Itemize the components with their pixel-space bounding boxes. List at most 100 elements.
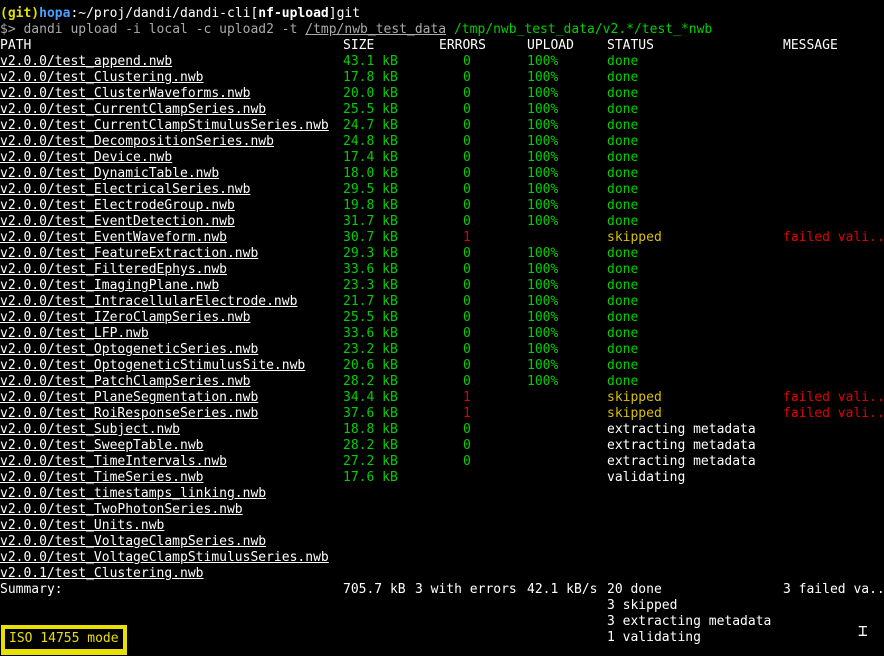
- row-path: v2.0.0/test_Clustering.nwb: [0, 70, 204, 85]
- command-arg-glob: /tmp/nwb_test_data/v2.*/test_*nwb: [446, 22, 713, 37]
- row-errors: 0: [463, 262, 471, 277]
- table-row: v2.0.0/test_LFP.nwb 33.6 kB 0 100% done: [0, 326, 884, 342]
- header-status: STATUS: [607, 38, 654, 53]
- table-row: v2.0.0/test_VoltageClampSeries.nwb: [0, 534, 884, 550]
- row-path: v2.0.0/test_FilteredEphys.nwb: [0, 262, 227, 277]
- row-size: 34.4 kB: [343, 390, 398, 405]
- table-row: v2.0.0/test_PlaneSegmentation.nwb 34.4 kB…: [0, 390, 884, 406]
- text-cursor-icon: ⌶: [858, 621, 868, 640]
- row-size: 37.6 kB: [343, 406, 398, 421]
- row-size: 18.0 kB: [343, 166, 398, 181]
- row-status: done: [607, 342, 639, 357]
- row-path: v2.0.0/test_DecompositionSeries.nwb: [0, 134, 274, 149]
- row-size: 24.7 kB: [343, 118, 398, 133]
- table-row: v2.0.0/test_EventWaveform.nwb 30.7 kB 1 ski…: [0, 230, 884, 246]
- table-row: v2.0.0/test_Device.nwb 17.4 kB 0 100% done: [0, 150, 884, 166]
- row-size: 17.8 kB: [343, 70, 398, 85]
- row-path: v2.0.0/test_VoltageClampSeries.nwb: [0, 534, 267, 549]
- row-path: v2.0.0/test_OptogeneticSeries.nwb: [0, 342, 259, 357]
- git-branch: nf-upload: [258, 6, 329, 21]
- row-status: skipped: [607, 230, 662, 245]
- row-errors: 0: [463, 182, 471, 197]
- row-path: v2.0.0/test_FeatureExtraction.nwb: [0, 246, 259, 261]
- row-upload: 100%: [527, 326, 559, 341]
- row-path: v2.0.0/test_LFP.nwb: [0, 326, 149, 341]
- table-row: v2.0.0/test_Units.nwb: [0, 518, 884, 534]
- table-row: v2.0.0/test_SweepTable.nwb 28.2 kB 0 extrac…: [0, 438, 884, 454]
- table-row: v2.0.0/test_Subject.nwb 18.8 kB 0 extractin…: [0, 422, 884, 438]
- row-size: 29.3 kB: [343, 246, 398, 261]
- row-status: skipped: [607, 406, 662, 421]
- row-errors: 0: [463, 374, 471, 389]
- row-errors: 0: [463, 166, 471, 181]
- row-size: 28.2 kB: [343, 374, 398, 389]
- row-path: v2.0.0/test_ElectricalSeries.nwb: [0, 182, 251, 197]
- row-status: done: [607, 310, 639, 325]
- row-status: done: [607, 150, 639, 165]
- row-status: extracting metadata: [607, 454, 756, 469]
- row-size: 17.4 kB: [343, 150, 398, 165]
- row-upload: 100%: [527, 102, 559, 117]
- row-path: v2.0.0/test_IZeroClampSeries.nwb: [0, 310, 251, 325]
- iso-mode-label: ISO 14755 mode: [4, 628, 124, 650]
- row-status: done: [607, 326, 639, 341]
- row-errors: 0: [463, 54, 471, 69]
- table-row: v2.0.0/test_OptogeneticSeries.nwb 23.2 kB…: [0, 342, 884, 358]
- summary-row: 3 extracting metadata: [0, 614, 884, 630]
- row-status: done: [607, 246, 639, 261]
- row-upload: 100%: [527, 86, 559, 101]
- row-path: v2.0.0/test_timestamps_linking.nwb: [0, 486, 267, 501]
- table-row: v2.0.0/test_CurrentClampSeries.nwb 25.5 k…: [0, 102, 884, 118]
- row-status: done: [607, 166, 639, 181]
- row-path: v2.0.0/test_append.nwb: [0, 54, 173, 69]
- iso-mode-indicator: ISO 14755 mode: [1, 625, 127, 655]
- row-upload: 100%: [527, 54, 559, 69]
- cwd: :~/proj/dandi/dandi-cli[: [70, 6, 259, 21]
- command-text: dandi upload -i local -c upload2 -t: [23, 22, 306, 37]
- row-status: done: [607, 54, 639, 69]
- row-status: validating: [607, 470, 686, 485]
- row-errors: 1: [463, 406, 471, 421]
- terminal: (git)hopa:~/proj/dandi/dandi-cli[nf-uplo…: [0, 6, 884, 646]
- row-upload: 100%: [527, 310, 559, 325]
- table-row: v2.0.0/test_ClusterWaveforms.nwb 20.0 kB 0…: [0, 86, 884, 102]
- prompt-line: (git)hopa:~/proj/dandi/dandi-cli[nf-uplo…: [0, 6, 884, 22]
- header-size: SIZE: [343, 38, 375, 53]
- summary-status-done: 20 done: [607, 582, 662, 597]
- row-status: done: [607, 278, 639, 293]
- hostname: hopa: [39, 6, 71, 21]
- row-status: done: [607, 134, 639, 149]
- row-status: done: [607, 86, 639, 101]
- row-errors: 0: [463, 150, 471, 165]
- row-errors: 0: [463, 454, 471, 469]
- table-header: PATH SIZE ERRORS UPLOAD STATUS MESSAGE: [0, 38, 884, 54]
- row-path: v2.0.0/test_EventDetection.nwb: [0, 214, 235, 229]
- row-size: 27.2 kB: [343, 454, 398, 469]
- row-errors: 0: [463, 422, 471, 437]
- row-size: 43.1 kB: [343, 54, 398, 69]
- row-status: done: [607, 294, 639, 309]
- command-line[interactable]: $> dandi upload -i local -c upload2 -t /…: [0, 22, 884, 38]
- summary-size: 705.7 kB: [343, 582, 406, 597]
- row-path: v2.0.0/test_TwoPhotonSeries.nwb: [0, 502, 243, 517]
- row-errors: 0: [463, 310, 471, 325]
- table-row: v2.0.0/test_RoiResponseSeries.nwb 37.6 kB…: [0, 406, 884, 422]
- row-size: 25.5 kB: [343, 102, 398, 117]
- row-errors: 0: [463, 70, 471, 85]
- row-path: v2.0.0/test_CurrentClampSeries.nwb: [0, 102, 267, 117]
- row-size: 28.2 kB: [343, 438, 398, 453]
- row-size: 29.5 kB: [343, 182, 398, 197]
- row-status: done: [607, 214, 639, 229]
- row-status: done: [607, 102, 639, 117]
- row-errors: 0: [463, 134, 471, 149]
- row-path: v2.0.0/test_ClusterWaveforms.nwb: [0, 86, 251, 101]
- row-upload: 100%: [527, 294, 559, 309]
- row-size: 30.7 kB: [343, 230, 398, 245]
- row-errors: 1: [463, 230, 471, 245]
- row-status: done: [607, 70, 639, 85]
- row-upload: 100%: [527, 374, 559, 389]
- row-path: v2.0.0/test_TimeIntervals.nwb: [0, 454, 227, 469]
- row-errors: 0: [463, 294, 471, 309]
- row-status: done: [607, 198, 639, 213]
- row-path: v2.0.0/test_VoltageClampStimulusSeries.n…: [0, 550, 329, 565]
